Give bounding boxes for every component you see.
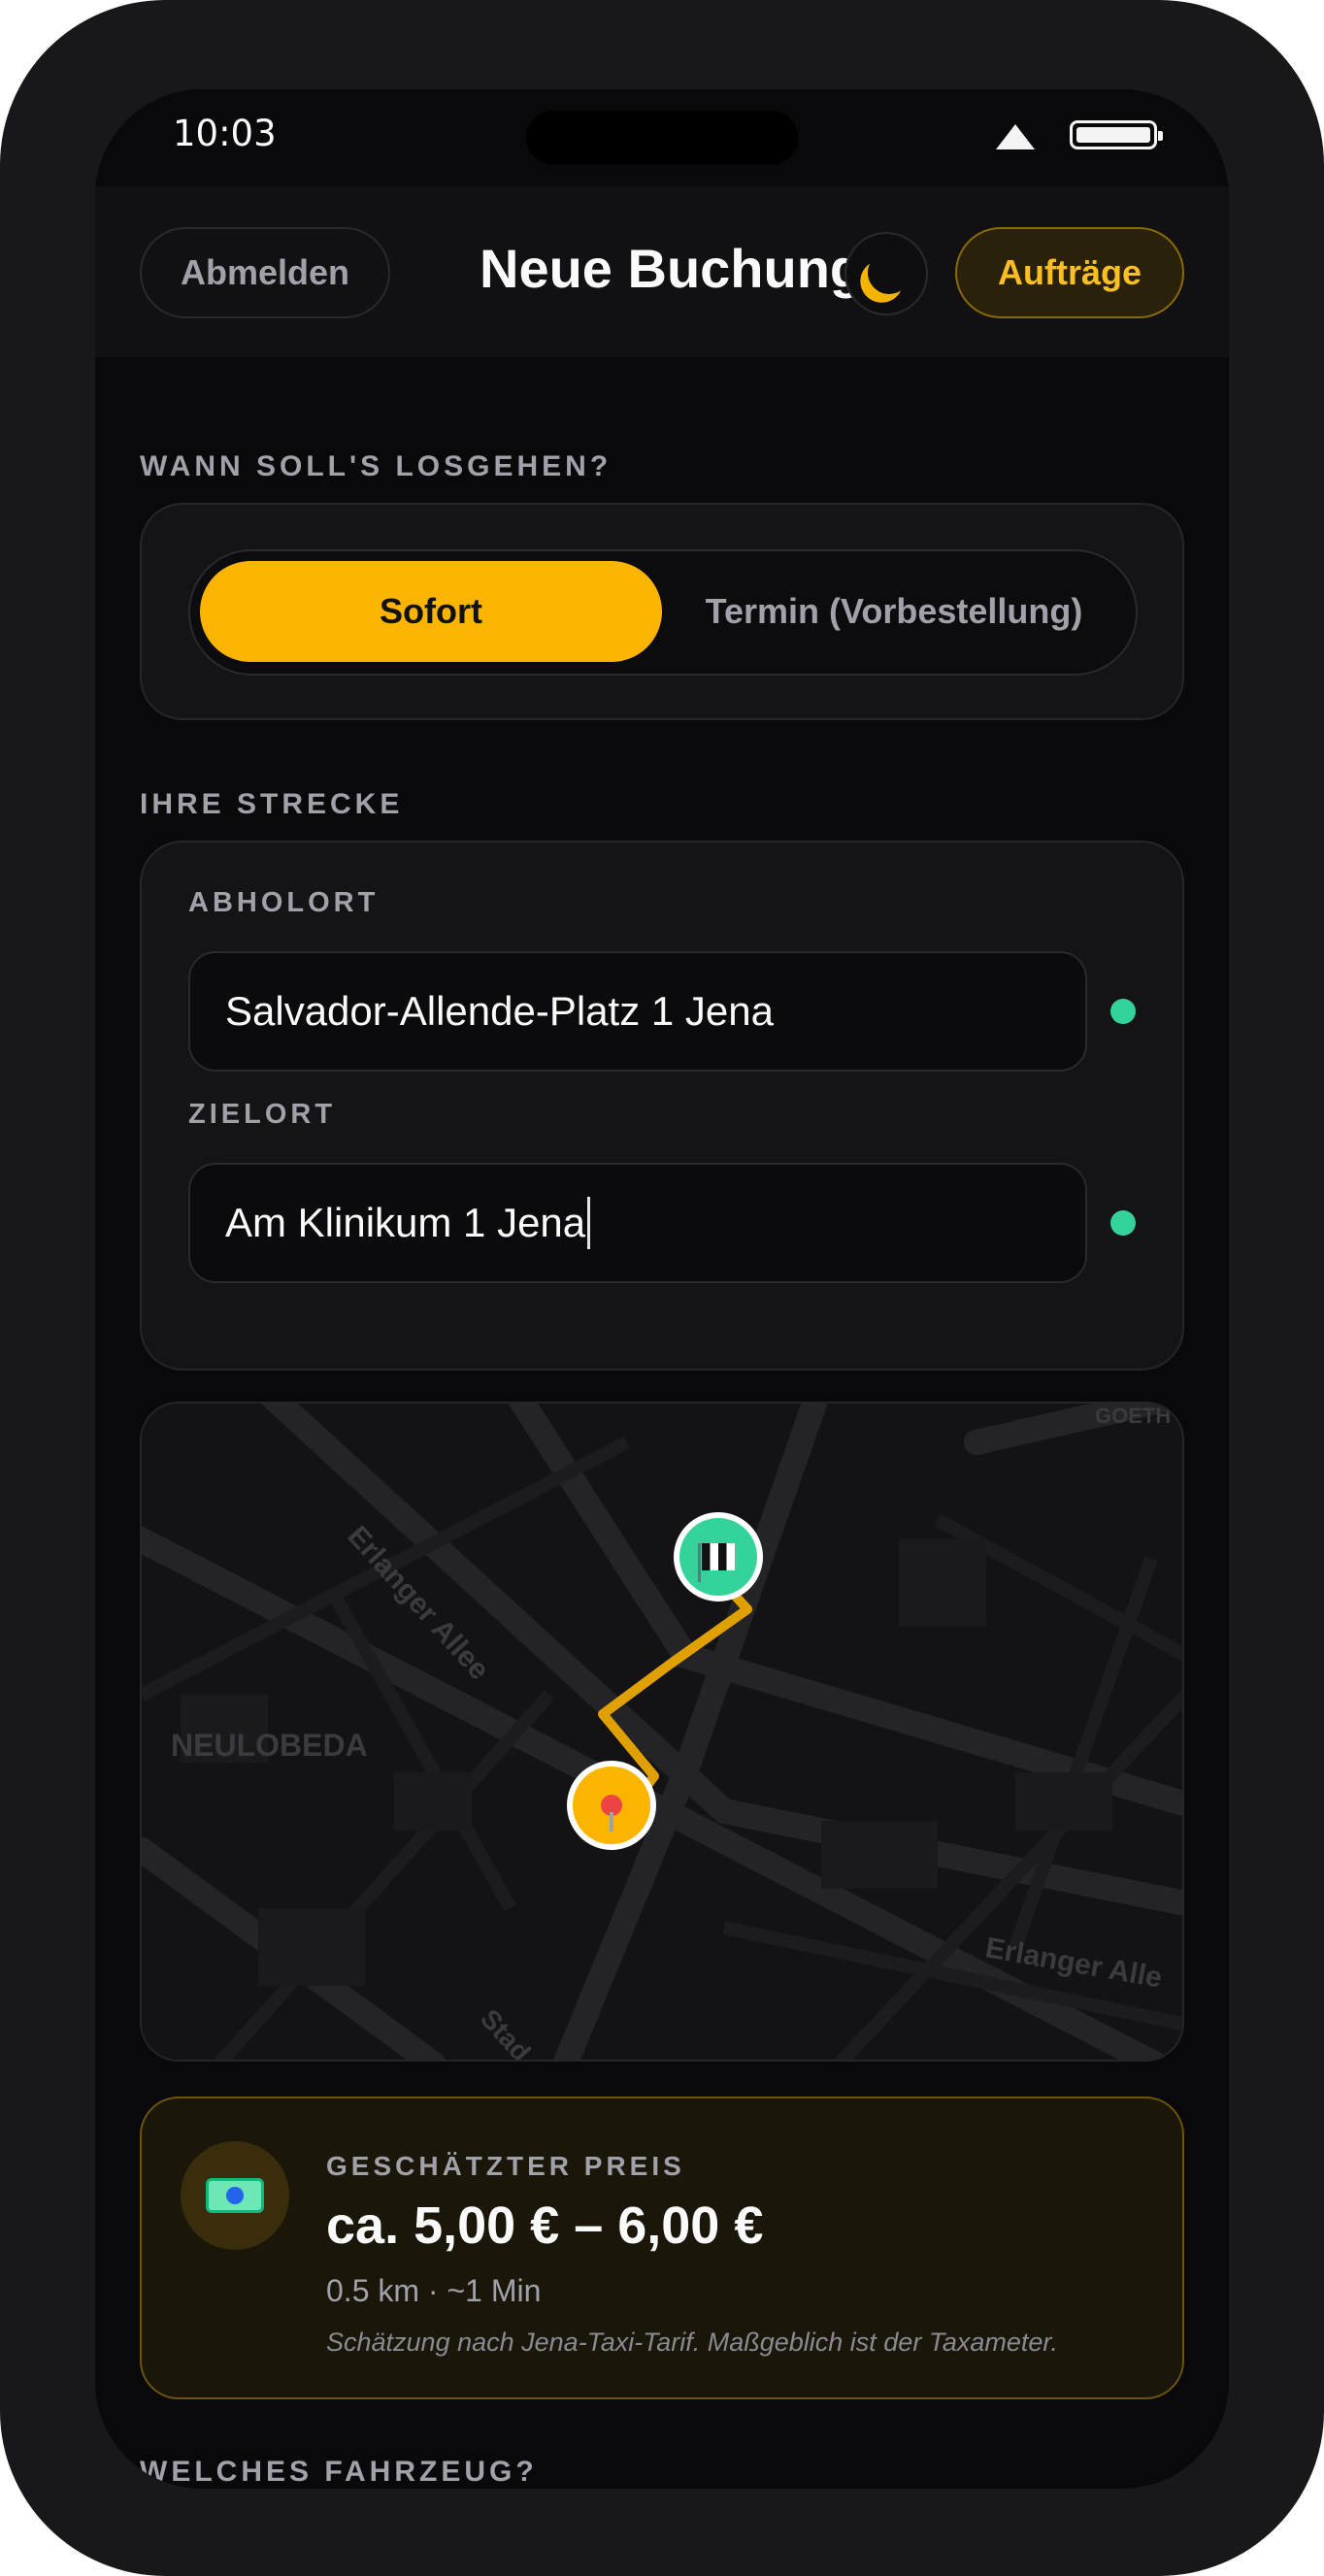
- pickup-input-value: Salvador-Allende-Platz 1 Jena: [225, 988, 774, 1034]
- dynamic-island: [526, 111, 798, 165]
- price-estimate-card: GESCHÄTZTER PREIS ca. 5,00 € – 6,00 € 0.…: [140, 2097, 1184, 2399]
- section-label-vehicle: WELCHES FAHRZEUG?: [140, 2456, 538, 2488]
- route-card: ABHOLORT Salvador-Allende-Platz 1 Jena Z…: [140, 841, 1184, 1371]
- checkered-flag-icon: [698, 1543, 735, 1582]
- section-label-route: IHRE STRECKE: [140, 788, 404, 820]
- timing-segmented-control: Sofort Termin (Vorbestellung): [188, 549, 1138, 676]
- pickup-status-dot: [1110, 999, 1136, 1024]
- destination-input[interactable]: Am Klinikum 1 Jena: [188, 1163, 1087, 1283]
- trip-distance-duration: 0.5 km · ~1 Min: [326, 2273, 542, 2308]
- phone-frame: 10:03 Abmelden Neue Buchung Aufträge WAN…: [0, 0, 1324, 2576]
- pickup-input[interactable]: Salvador-Allende-Platz 1 Jena: [188, 951, 1087, 1072]
- pin-icon: [601, 1795, 622, 1832]
- money-icon: [206, 2178, 264, 2213]
- destination-status-dot: [1110, 1210, 1136, 1236]
- logout-button[interactable]: Abmelden: [140, 227, 390, 318]
- section-label-when: WANN SOLL'S LOSGEHEN?: [140, 450, 612, 482]
- when-card: Sofort Termin (Vorbestellung): [140, 503, 1184, 720]
- signal-icon: [996, 124, 1035, 149]
- destination-input-value: Am Klinikum 1 Jena: [225, 1200, 586, 1245]
- map-label-north: GOETH: [1095, 1404, 1172, 1428]
- orders-button[interactable]: Aufträge: [955, 227, 1184, 318]
- option-now[interactable]: Sofort: [200, 561, 662, 662]
- money-icon-badge: [181, 2141, 289, 2250]
- tariff-note: Schätzung nach Jena-Taxi-Tarif. Maßgebli…: [326, 2328, 1058, 2357]
- status-time: 10:03: [173, 113, 277, 154]
- battery-icon: [1070, 120, 1163, 149]
- price-label: GESCHÄTZTER PREIS: [326, 2151, 685, 2181]
- destination-marker[interactable]: [674, 1512, 763, 1602]
- theme-toggle-button[interactable]: [844, 232, 928, 315]
- route-map[interactable]: NEULOBEDA Erlanger Allee Erlanger Alle G…: [140, 1402, 1184, 2062]
- pickup-marker[interactable]: [567, 1761, 656, 1850]
- status-bar: 10:03: [95, 89, 1229, 186]
- moon-icon: [862, 246, 915, 299]
- map-label-district: NEULOBEDA: [171, 1728, 368, 1763]
- destination-label: ZIELORT: [188, 1099, 337, 1130]
- pickup-label: ABHOLORT: [188, 887, 380, 918]
- text-caret: [587, 1197, 591, 1249]
- page-title: Neue Buchung: [480, 238, 864, 299]
- price-value: ca. 5,00 € – 6,00 €: [326, 2196, 764, 2255]
- option-schedule[interactable]: Termin (Vorbestellung): [662, 561, 1126, 662]
- app-screen: 10:03 Abmelden Neue Buchung Aufträge WAN…: [95, 89, 1229, 2489]
